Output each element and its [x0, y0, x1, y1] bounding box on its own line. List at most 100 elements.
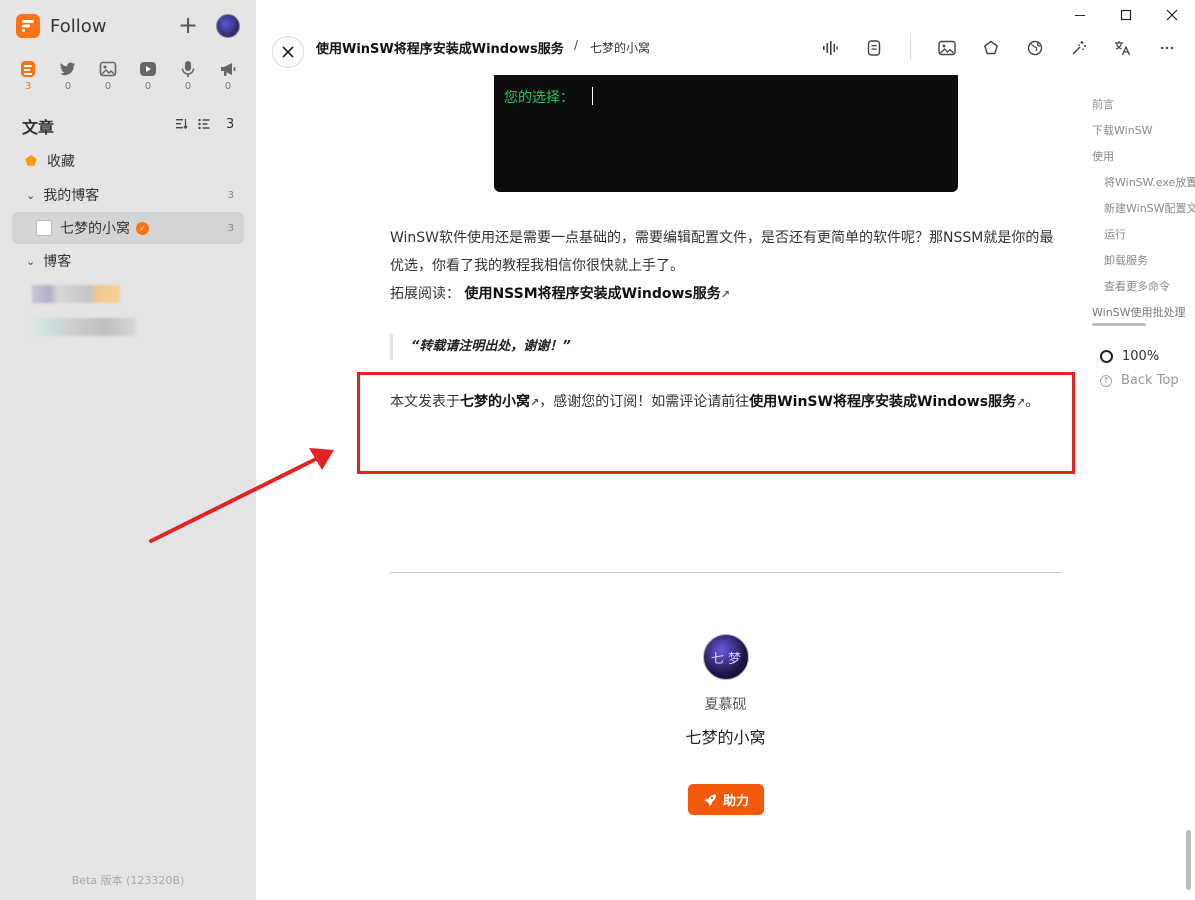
- extended-reading-link[interactable]: 使用NSSM将程序安装成Windows服务↗: [464, 286, 730, 302]
- link-text: 使用NSSM将程序安装成Windows服务: [464, 286, 721, 302]
- view-count: 0: [104, 81, 112, 92]
- paragraph-text: WinSW软件使用还是需要一点基础的，需要编辑配置文件，是否还有更简单的软件呢？…: [390, 230, 1054, 274]
- readability-button[interactable]: [862, 36, 886, 60]
- toc-item[interactable]: 使用: [1092, 148, 1152, 164]
- sidebar-item-label: 收藏: [47, 154, 75, 170]
- maximize-icon: [1120, 9, 1132, 21]
- annotation-highlight-box: [357, 372, 1075, 474]
- minimize-icon: [1075, 15, 1085, 16]
- view-notifications[interactable]: 0: [208, 60, 248, 92]
- scrollbar-thumb[interactable]: [1186, 830, 1191, 890]
- author-site: 七梦的小窝: [685, 728, 766, 747]
- tts-button[interactable]: [818, 36, 842, 60]
- extended-reading-label: 拓展阅读：: [390, 286, 460, 302]
- open-in-browser-button[interactable]: [1023, 36, 1047, 60]
- view-count: 0: [224, 81, 232, 92]
- toc-item[interactable]: 运行: [1104, 226, 1164, 242]
- window-close-button[interactable]: [1149, 0, 1195, 30]
- author-avatar[interactable]: 七 梦: [703, 634, 749, 680]
- external-link-icon: ↗: [720, 288, 730, 301]
- section-title: 文章: [22, 118, 55, 137]
- sort-icon[interactable]: [176, 118, 188, 130]
- brand: Follow: [16, 14, 106, 38]
- view-audio[interactable]: 0: [168, 60, 208, 92]
- view-count: 3: [24, 81, 32, 92]
- entry-title: 使用WinSW将程序安装成Windows服务: [316, 42, 564, 57]
- rocket-icon: [704, 794, 716, 806]
- back-to-top-button[interactable]: ↑ Back Top: [1100, 373, 1179, 388]
- minimize-button[interactable]: [1057, 0, 1103, 30]
- code-block: 您的选择：: [494, 75, 958, 192]
- close-icon: [282, 46, 294, 58]
- ai-summary-button[interactable]: [1067, 36, 1091, 60]
- close-icon: [1166, 9, 1178, 21]
- sidebar-item-site[interactable]: 七梦的小窝 ✓ 3: [12, 212, 244, 244]
- sidebar-item-label: 七梦的小窝: [60, 221, 130, 237]
- chevron-down-icon: ⌄: [26, 188, 36, 202]
- toc-item-active[interactable]: WinSW使用批处理: [1092, 304, 1195, 320]
- image-icon: [938, 40, 956, 56]
- unread-count: 3: [227, 189, 234, 201]
- star-outline-icon: [983, 40, 999, 55]
- gallery-button[interactable]: [935, 36, 959, 60]
- view-count: 0: [144, 81, 152, 92]
- unread-count: 3: [227, 222, 234, 234]
- toc-item[interactable]: 前言: [1092, 96, 1152, 112]
- toc-item[interactable]: 查看更多命令: [1104, 278, 1195, 294]
- favorite-button[interactable]: [979, 36, 1003, 60]
- toolbar-divider: [910, 34, 911, 60]
- entry-site[interactable]: 七梦的小窝: [590, 39, 650, 56]
- list-view-icon[interactable]: [198, 118, 210, 130]
- app-version: Beta 版本 (123320B): [71, 874, 185, 887]
- add-feed-button[interactable]: +: [176, 12, 200, 40]
- user-avatar[interactable]: [216, 14, 240, 38]
- text-cursor: [592, 87, 593, 105]
- sidebar-category-blog[interactable]: ⌄ 博客: [12, 245, 244, 277]
- view-count: 0: [184, 81, 192, 92]
- toc-item[interactable]: 卸载服务: [1104, 252, 1184, 268]
- magic-wand-icon: [1072, 41, 1086, 55]
- more-horizontal-icon: [1160, 46, 1174, 50]
- image-icon: [99, 61, 117, 77]
- maximize-button[interactable]: [1103, 0, 1149, 30]
- back-top-label: Back Top: [1121, 373, 1179, 388]
- blurred-feed-item[interactable]: [32, 285, 120, 303]
- app-name: Follow: [50, 15, 107, 37]
- view-count: 0: [64, 81, 72, 92]
- view-pictures[interactable]: 0: [88, 60, 128, 92]
- toc-item[interactable]: 下载WinSW: [1092, 122, 1192, 138]
- toc-item[interactable]: 将WinSW.exe放置: [1104, 174, 1195, 190]
- breadcrumb-separator: /: [574, 38, 579, 52]
- sidebar-item-favorites[interactable]: 收藏: [12, 145, 244, 177]
- boost-button[interactable]: 助力: [688, 784, 764, 815]
- sidebar-item-label: 我的博客: [43, 188, 100, 204]
- microphone-icon: [181, 61, 195, 77]
- article-icon: [21, 61, 35, 77]
- progress-ring-icon: [1100, 350, 1113, 363]
- toc-active-indicator: [1092, 323, 1146, 326]
- video-icon: [140, 62, 156, 76]
- progress-value: 100%: [1122, 349, 1160, 364]
- sidebar: Follow + 3 0 0 0 0 0 文章 3 收藏 ⌄ 我的博客 3 七梦…: [0, 0, 256, 900]
- section-unread-count: 3: [226, 117, 235, 132]
- view-switcher: 3 0 0 0 0 0: [8, 60, 248, 92]
- more-button[interactable]: [1155, 36, 1179, 60]
- document-icon: [867, 40, 881, 56]
- section-actions: [176, 118, 210, 130]
- view-videos[interactable]: 0: [128, 60, 168, 92]
- translate-button[interactable]: [1111, 36, 1135, 60]
- content-divider: [390, 572, 1062, 573]
- close-entry-button[interactable]: [272, 36, 304, 68]
- translate-icon: [1115, 41, 1131, 56]
- main-panel: 使用WinSW将程序安装成Windows服务 / 七梦的小窝 您的选择： Win…: [256, 0, 1195, 900]
- globe-icon: [1027, 40, 1043, 56]
- blurred-feed-item[interactable]: [32, 318, 136, 336]
- boost-label: 助力: [722, 794, 749, 809]
- article-paragraph: WinSW软件使用还是需要一点基础的，需要编辑配置文件，是否还有更简单的软件呢？…: [390, 224, 1062, 309]
- toc-item[interactable]: 新建WinSW配置文: [1104, 200, 1195, 216]
- verified-badge-icon: ✓: [136, 221, 149, 235]
- audio-wave-icon: [823, 41, 838, 55]
- view-articles[interactable]: 3: [8, 60, 48, 92]
- sidebar-category-my-blog[interactable]: ⌄ 我的博客 3: [12, 179, 244, 211]
- view-social[interactable]: 0: [48, 60, 88, 92]
